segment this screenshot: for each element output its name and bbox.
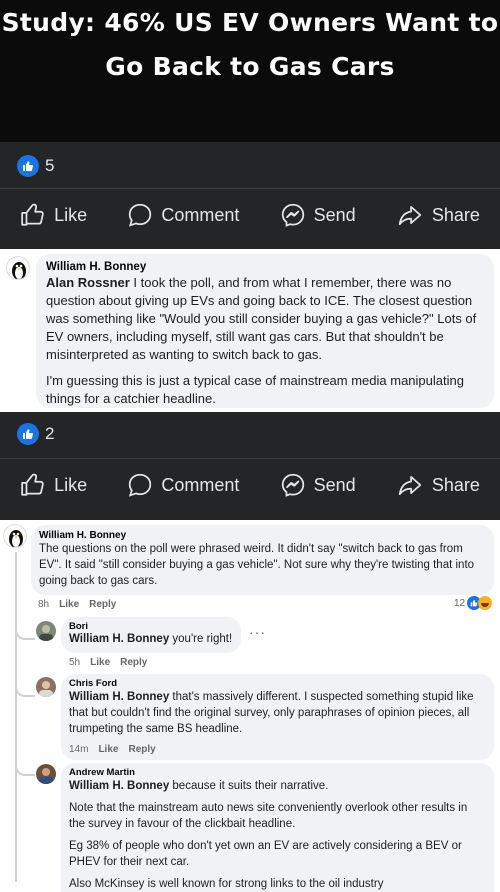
post-actions-1: Like Comment Send Share <box>0 202 500 228</box>
reply-paragraph-4: Also McKinsey is well known for strong l… <box>69 878 384 890</box>
avatar[interactable] <box>36 621 56 641</box>
share-label: Share <box>431 474 480 495</box>
comment-thread-2: William H. Bonney The questions on the p… <box>0 520 500 892</box>
reply-meta: 14m Like Reply <box>69 744 156 755</box>
like-reaction-icon <box>17 155 39 177</box>
reply-text: William H. Bonney that's massively diffe… <box>69 689 486 737</box>
headline-line-1: Study: 46% US EV Owners Want to <box>1 8 499 37</box>
user-photo-icon <box>39 681 53 697</box>
share-button[interactable]: Share <box>396 472 480 498</box>
comment-button[interactable]: Comment <box>127 472 239 498</box>
like-label: Like <box>54 204 88 225</box>
reaction-count: 5 <box>45 156 55 175</box>
comment-meta: 8h Like Reply <box>38 599 116 610</box>
comment-author[interactable]: William H. Bonney <box>39 530 486 541</box>
divider <box>0 188 500 189</box>
thread-line <box>15 552 17 882</box>
reply-text: William H. Bonney you're right! <box>69 632 233 647</box>
reply-reply-link[interactable]: Reply <box>128 744 155 755</box>
penguin-avatar-icon <box>12 262 26 279</box>
reaction-summary-1[interactable]: 5 <box>17 155 54 177</box>
mention-link[interactable]: Alan Rossner <box>46 275 130 290</box>
reply-body: you're right! <box>169 633 233 645</box>
avatar[interactable] <box>36 677 56 697</box>
like-label: Like <box>54 474 88 495</box>
avatar[interactable] <box>36 764 56 784</box>
headline-line-2: Go Back to Gas Cars <box>105 52 395 81</box>
send-button[interactable]: Send <box>280 472 356 498</box>
comment-icon <box>129 203 152 227</box>
comment-reactions[interactable]: 12 <box>454 596 493 610</box>
send-label: Send <box>313 474 356 495</box>
user-photo-icon <box>39 625 53 641</box>
post-action-bar-2: 2 Like Comment Send Share <box>0 412 500 520</box>
reply-body: because it suits their narrative. <box>169 780 329 792</box>
like-outline-icon <box>21 473 44 496</box>
reply-bubble[interactable]: Andrew Martin William H. Bonney because … <box>61 763 494 892</box>
reply-author[interactable]: Chris Ford <box>69 678 486 689</box>
reply-author[interactable]: Andrew Martin <box>69 767 486 778</box>
comment-label: Comment <box>161 204 240 225</box>
messenger-icon <box>281 203 304 227</box>
post-action-bar-1: 5 Like Comment Send Share <box>0 142 500 249</box>
share-button[interactable]: Share <box>396 202 480 228</box>
messenger-icon <box>281 473 304 497</box>
comment-icon <box>129 473 152 497</box>
comment-button[interactable]: Comment <box>127 202 239 228</box>
penguin-avatar-icon <box>9 530 23 547</box>
comment-author[interactable]: William H. Bonney <box>46 261 484 273</box>
post-actions-2: Like Comment Send Share <box>0 472 500 498</box>
like-button[interactable]: Like <box>20 202 87 228</box>
reply-timestamp[interactable]: 5h <box>69 657 80 668</box>
comment-bubble[interactable]: William H. Bonney The questions on the p… <box>31 525 494 595</box>
reply-text: William H. Bonney because it suits their… <box>69 778 486 794</box>
share-icon <box>398 206 421 226</box>
reply-author[interactable]: Bori <box>69 621 233 632</box>
article-headline-image[interactable]: Study: 46% US EV Owners Want to Go Back … <box>0 0 500 142</box>
reply-like-link[interactable]: Like <box>90 657 110 668</box>
send-button[interactable]: Send <box>280 202 356 228</box>
like-reaction-icon <box>17 423 39 445</box>
haha-reaction-icon <box>478 596 493 610</box>
share-label: Share <box>431 204 480 225</box>
mention-link[interactable]: William H. Bonney <box>69 633 169 645</box>
avatar[interactable] <box>6 256 30 280</box>
reaction-count: 12 <box>454 597 466 609</box>
mention-link[interactable]: William H. Bonney <box>69 691 169 703</box>
reply-paragraph-2: Note that the mainstream auto news site … <box>69 802 468 830</box>
reaction-summary-2[interactable]: 2 <box>17 423 54 445</box>
reply-bubble[interactable]: Bori William H. Bonney you're right! <box>61 617 241 653</box>
reply-reply-link[interactable]: Reply <box>120 657 147 668</box>
comment-text-paragraph-2: I'm guessing this is just a typical case… <box>46 373 464 406</box>
user-photo-icon <box>39 768 53 784</box>
more-options-button[interactable]: ··· <box>249 624 266 640</box>
divider <box>0 458 500 459</box>
mention-link[interactable]: William H. Bonney <box>69 780 169 792</box>
comment-bubble[interactable]: William H. Bonney Alan Rossner I took th… <box>36 254 494 408</box>
like-button[interactable]: Like <box>20 472 87 498</box>
thread-connector <box>15 685 35 697</box>
reply-meta: 5h Like Reply <box>69 657 147 668</box>
avatar[interactable] <box>3 524 27 548</box>
send-label: Send <box>313 204 356 225</box>
comment-like-link[interactable]: Like <box>59 599 79 610</box>
reply-like-link[interactable]: Like <box>98 744 118 755</box>
like-outline-icon <box>21 203 44 226</box>
comment-text: Alan Rossner I took the poll, and from w… <box>46 274 484 364</box>
share-icon <box>398 476 421 496</box>
comment-reply-link[interactable]: Reply <box>89 599 116 610</box>
comment-text: The questions on the poll were phrased w… <box>39 543 475 587</box>
thread-connector <box>15 764 35 776</box>
reply-timestamp[interactable]: 14m <box>69 744 88 755</box>
reply-paragraph-3: Eg 38% of people who don't yet own an EV… <box>69 840 462 868</box>
comment-block-1: William H. Bonney Alan Rossner I took th… <box>0 249 500 412</box>
comment-timestamp[interactable]: 8h <box>38 599 49 610</box>
thread-connector <box>15 628 35 640</box>
comment-label: Comment <box>161 474 240 495</box>
reaction-count: 2 <box>45 424 55 443</box>
